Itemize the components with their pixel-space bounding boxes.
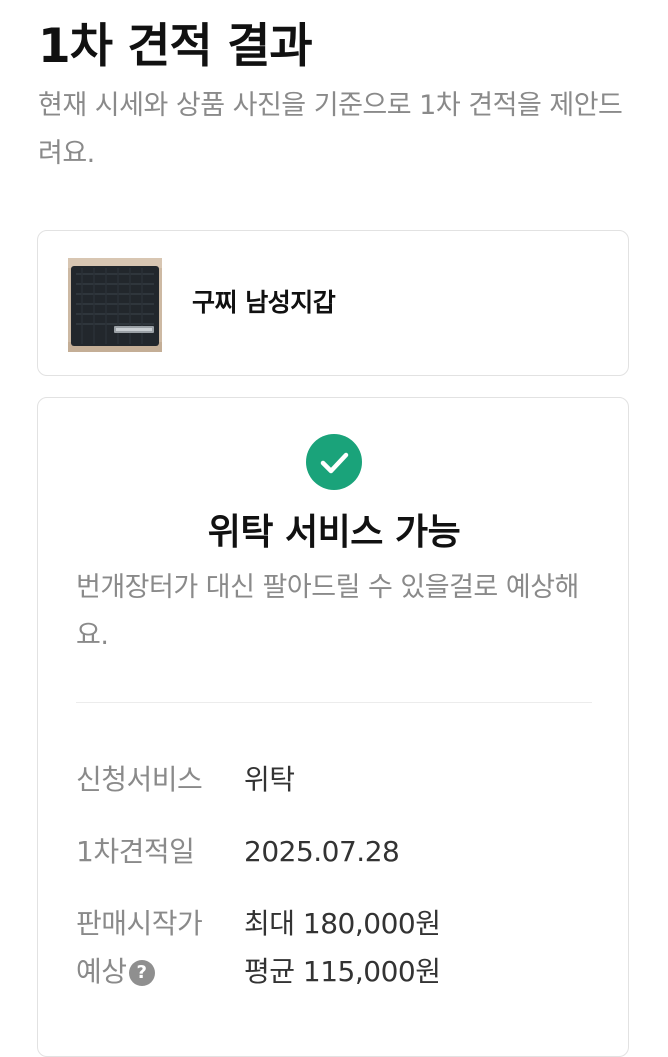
product-name: 구찌 남성지갑	[192, 288, 336, 317]
page-description: 현재 시세와 상품 사진을 기준으로 1차 견적을 제안드려요.	[38, 90, 623, 169]
estimate-result-card: 위탁 서비스 가능 번개장터가 대신 팔아드릴 수 있을걸로 예상해요. 신청서…	[37, 397, 629, 1057]
expected-price-row: 판매시작가 예상? 최대 180,000원 평균 115,000원	[76, 900, 596, 996]
service-value: 위탁	[244, 763, 295, 796]
expected-price-values: 최대 180,000원 평균 115,000원	[244, 900, 441, 996]
result-description: 번개장터가 대신 팔아드릴 수 있을걸로 예상해요.	[76, 572, 579, 651]
help-icon[interactable]: ?	[128, 960, 155, 986]
estimate-date-value: 2025.07.28	[244, 835, 400, 868]
expected-price-label: 판매시작가 예상?	[76, 900, 236, 996]
estimate-date-label: 1차견적일	[76, 835, 195, 868]
service-label: 신청서비스	[76, 763, 203, 796]
max-price: 최대 180,000원	[244, 907, 441, 940]
expected-price-label-line2: 예상?	[76, 948, 236, 996]
product-card[interactable]: 구찌 남성지갑	[37, 230, 629, 376]
avg-price: 평균 115,000원	[244, 955, 441, 988]
product-thumbnail	[68, 258, 162, 352]
divider	[76, 702, 592, 703]
expected-price-label-line1: 판매시작가	[76, 907, 203, 940]
check-circle-icon	[306, 434, 362, 490]
result-title: 위탁 서비스 가능	[207, 512, 461, 553]
expected-price-label-text: 예상	[76, 955, 127, 988]
page-title: 1차 견적 결과	[38, 19, 313, 74]
